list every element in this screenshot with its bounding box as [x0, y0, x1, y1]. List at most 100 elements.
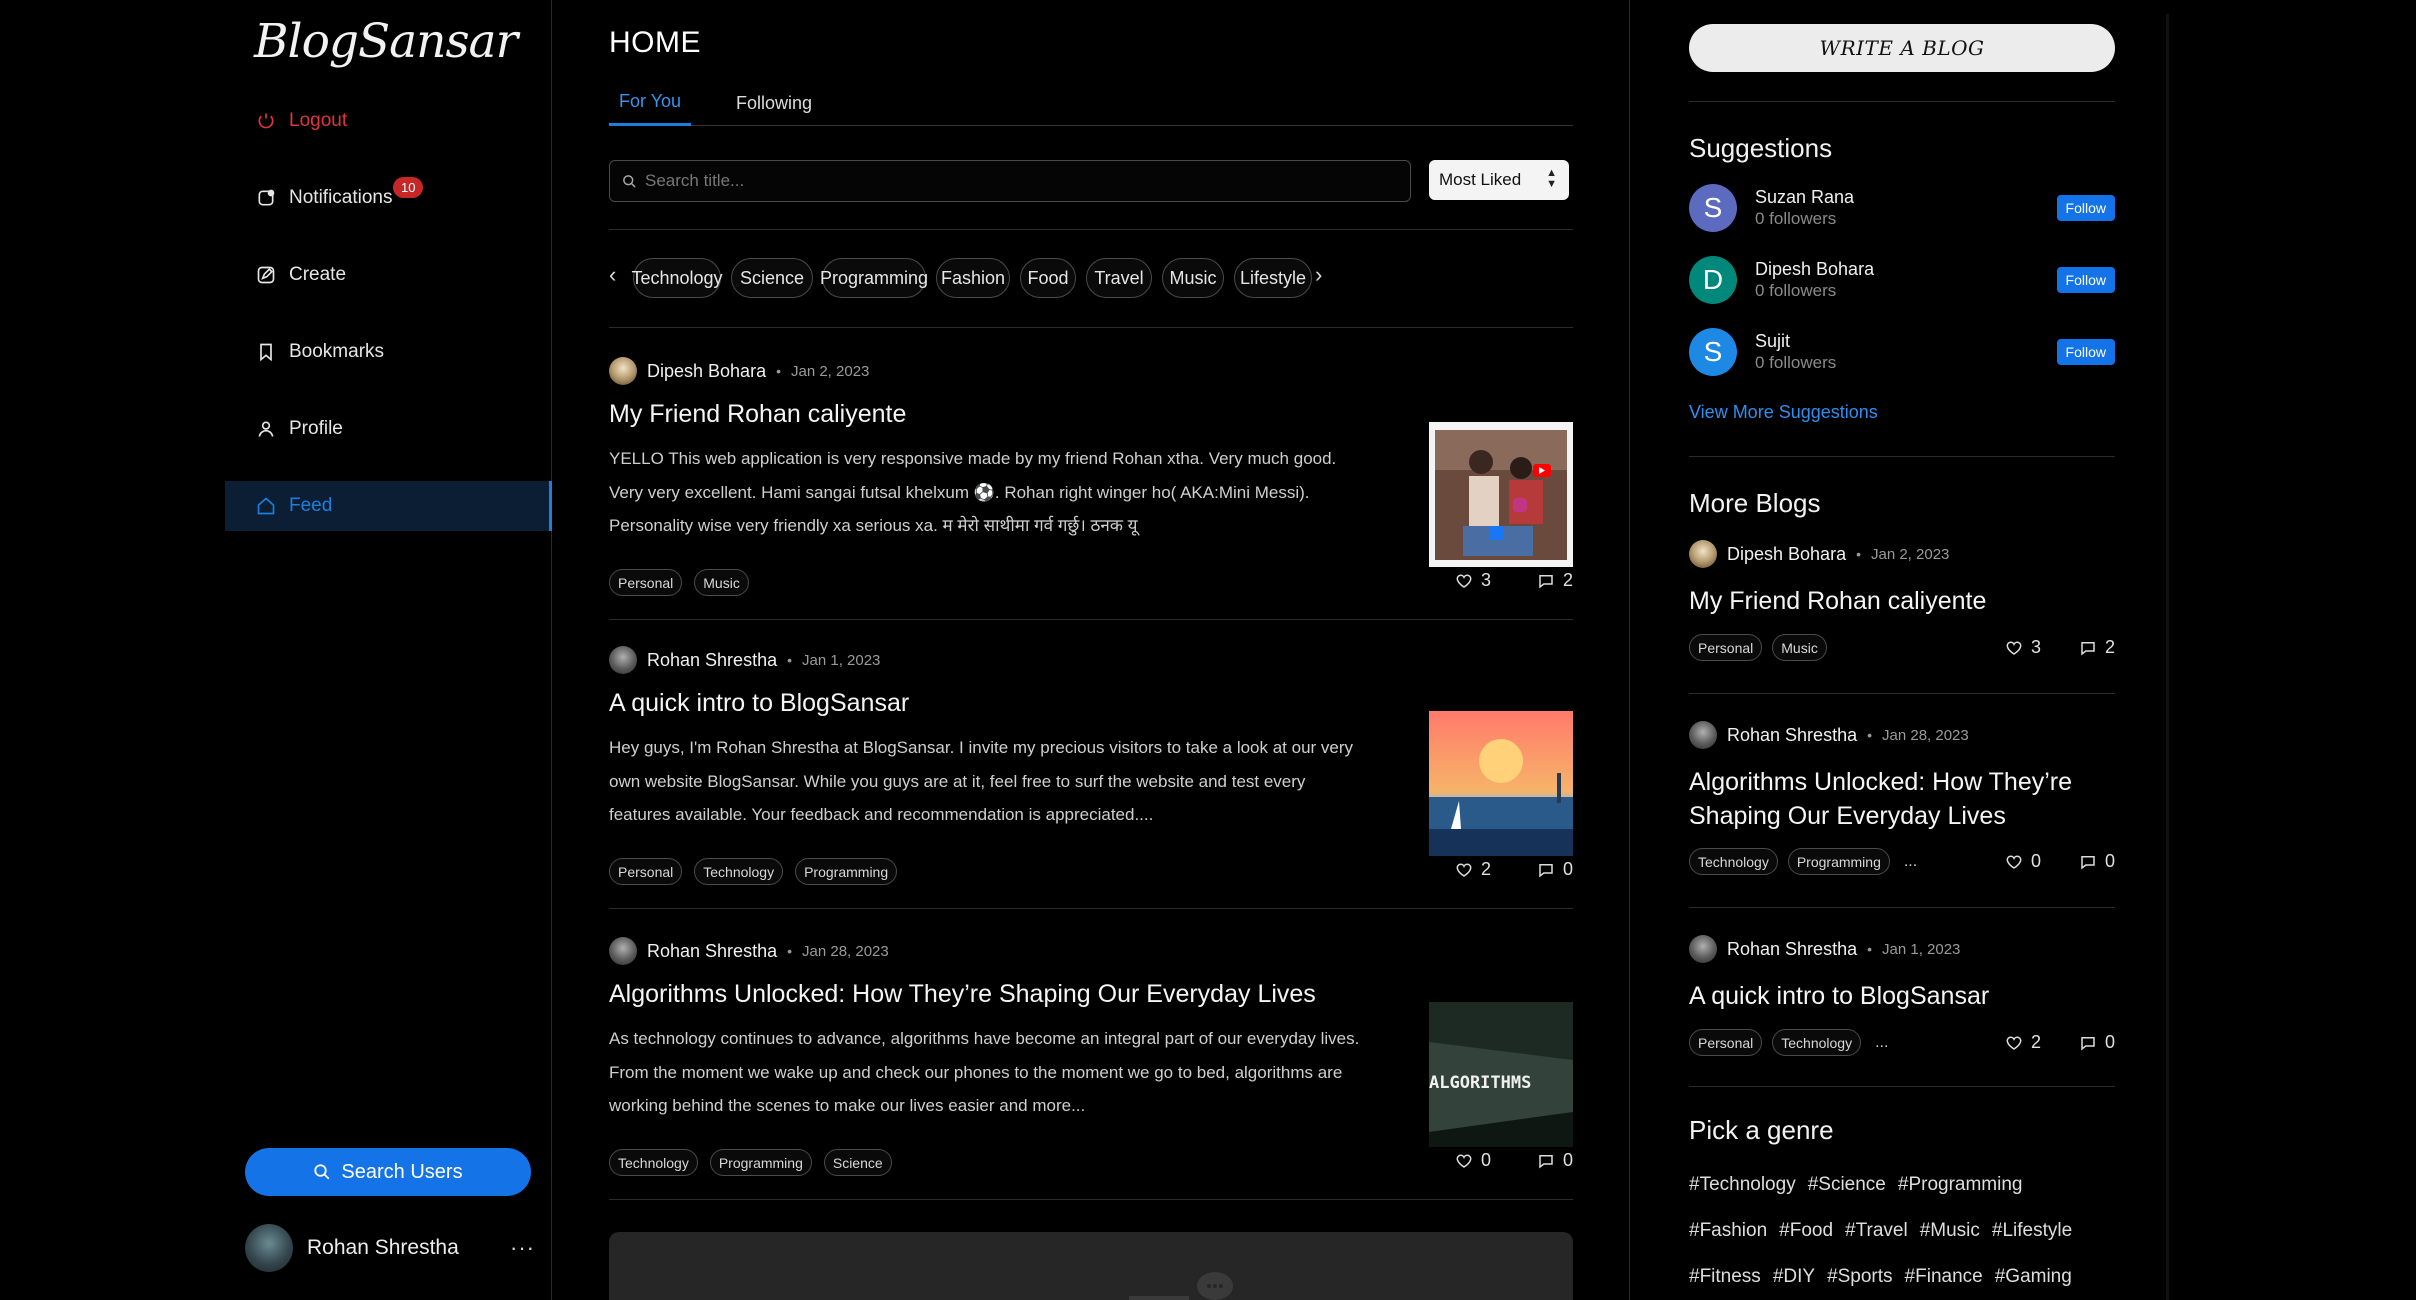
nav-notifications[interactable]: Notifications 10 [225, 173, 552, 223]
genre-link[interactable]: #Travel [1845, 1220, 1908, 1242]
chip-music[interactable]: Music [1162, 258, 1224, 298]
post-title[interactable]: My Friend Rohan caliyente [609, 400, 906, 429]
tag-badge[interactable]: Programming [1787, 848, 1890, 875]
post-tags: Technology Programming Science [609, 1149, 892, 1176]
more-blog-item[interactable]: Rohan Shrestha • Jan 1, 2023 A quick int… [1689, 935, 2115, 1085]
tag-badge[interactable]: Technology [1689, 848, 1778, 875]
post-author[interactable]: Dipesh Bohara [1727, 544, 1846, 565]
tag-badge[interactable]: Programming [709, 1149, 812, 1176]
tag-badge[interactable]: Technology [609, 1149, 698, 1176]
nav-create[interactable]: Create [225, 250, 552, 300]
nav-profile[interactable]: Profile [225, 404, 552, 454]
nav-logout[interactable]: Logout [225, 96, 552, 146]
comment-icon[interactable] [1537, 861, 1555, 879]
post-title[interactable]: A quick intro to BlogSansar [609, 689, 909, 718]
scrollbar[interactable] [2166, 14, 2169, 1300]
genre-link[interactable]: #Technology [1689, 1174, 1796, 1196]
follow-button[interactable]: Follow [2056, 267, 2115, 293]
suggestion-name[interactable]: Dipesh Bohara [1755, 258, 1874, 280]
post-author[interactable]: Dipesh Bohara [647, 361, 766, 382]
post-card[interactable]: Rohan Shrestha • Jan 28, 2023 Algorithms… [609, 910, 1573, 1200]
suggestion-item[interactable]: S Sujit 0 followers Follow [1689, 326, 2115, 378]
tag-badge[interactable]: Music [694, 569, 749, 596]
view-more-suggestions-link[interactable]: View More Suggestions [1689, 402, 1878, 423]
post-title[interactable]: Algorithms Unlocked: How They’re Shaping… [1689, 765, 2115, 833]
genre-link[interactable]: #Fashion [1689, 1220, 1767, 1242]
genre-link[interactable]: #Food [1779, 1220, 1833, 1242]
search-input[interactable] [645, 171, 1405, 191]
heart-icon[interactable] [2005, 1034, 2023, 1052]
tag-badge[interactable]: Personal [1689, 634, 1763, 661]
post-author[interactable]: Rohan Shrestha [1727, 939, 1857, 960]
tag-badge[interactable]: Music [1772, 634, 1827, 661]
genre-link[interactable]: #Fitness [1689, 1266, 1761, 1288]
post-thumbnail[interactable] [1429, 711, 1573, 856]
chip-programming[interactable]: Programming [820, 258, 928, 298]
genre-link[interactable]: #Gaming [1995, 1266, 2072, 1288]
sort-select[interactable]: Most Liked ▲ ▼ [1429, 160, 1569, 200]
chip-travel[interactable]: Travel [1086, 258, 1152, 298]
tab-for-you[interactable]: For You [609, 80, 692, 126]
more-options-icon[interactable]: ··· [510, 1235, 535, 1261]
suggestions-title: Suggestions [1689, 133, 1833, 163]
post-title[interactable]: A quick intro to BlogSansar [1689, 979, 2115, 1013]
post-title[interactable]: Algorithms Unlocked: How They’re Shaping… [609, 980, 1316, 1009]
tag-badge[interactable]: Personal [1689, 1029, 1763, 1056]
nav-bookmarks[interactable]: Bookmarks [225, 327, 552, 377]
chip-technology[interactable]: Technology [631, 258, 723, 298]
comment-icon[interactable] [2079, 1034, 2097, 1052]
suggestion-item[interactable]: D Dipesh Bohara 0 followers Follow [1689, 254, 2115, 306]
chevron-right-icon[interactable]: › [1315, 262, 1322, 288]
genre-link[interactable]: #Finance [1905, 1266, 1983, 1288]
post-author[interactable]: Rohan Shrestha [647, 941, 777, 962]
genre-link[interactable]: #Science [1808, 1174, 1886, 1196]
genre-link[interactable]: #Sports [1827, 1266, 1892, 1288]
nav-feed[interactable]: Feed [225, 481, 552, 531]
comment-count: 0 [2104, 1032, 2115, 1052]
tag-badge[interactable]: Personal [609, 858, 683, 885]
comment-icon[interactable] [1537, 572, 1555, 590]
post-thumbnail[interactable]: ALGORITHMS [1429, 1002, 1573, 1147]
suggestion-name[interactable]: Sujit [1755, 330, 1836, 352]
current-user[interactable]: Rohan Shrestha ··· [245, 1222, 535, 1274]
suggestion-item[interactable]: S Suzan Rana 0 followers Follow [1689, 182, 2115, 234]
comment-icon[interactable] [1537, 1152, 1555, 1170]
heart-icon[interactable] [1455, 1152, 1473, 1170]
post-card[interactable]: Dipesh Bohara • Jan 2, 2023 My Friend Ro… [609, 330, 1573, 620]
heart-icon[interactable] [2005, 853, 2023, 871]
post-author[interactable]: Rohan Shrestha [647, 650, 777, 671]
chip-science[interactable]: Science [731, 258, 813, 298]
follow-button[interactable]: Follow [2056, 339, 2115, 365]
post-author[interactable]: Rohan Shrestha [1727, 725, 1857, 746]
post-thumbnail[interactable] [1429, 422, 1573, 567]
app-logo[interactable]: BlogSansar [254, 14, 518, 69]
genre-link[interactable]: #Lifestyle [1992, 1220, 2072, 1242]
tag-badge[interactable]: Technology [694, 858, 784, 885]
tag-badge[interactable]: Programming [795, 858, 898, 885]
post-date: Jan 28, 2023 [1882, 726, 1969, 744]
post-stats: 3 2 [1455, 570, 1573, 591]
chip-food[interactable]: Food [1020, 258, 1076, 298]
comment-icon[interactable] [2079, 639, 2097, 657]
search-users-button[interactable]: Search Users [245, 1148, 531, 1196]
follow-button[interactable]: Follow [2056, 195, 2115, 221]
genre-link[interactable]: #Music [1920, 1220, 1980, 1242]
heart-icon[interactable] [1455, 572, 1473, 590]
tag-badge[interactable]: Technology [1772, 1029, 1862, 1056]
chip-lifestyle[interactable]: Lifestyle [1234, 258, 1312, 298]
post-card[interactable]: Rohan Shrestha • Jan 1, 2023 A quick int… [609, 619, 1573, 909]
post-title[interactable]: My Friend Rohan caliyente [1689, 584, 2115, 618]
tab-following[interactable]: Following [726, 80, 822, 126]
tag-badge[interactable]: Personal [609, 569, 683, 596]
genre-link[interactable]: #Programming [1898, 1174, 2023, 1196]
heart-icon[interactable] [2005, 639, 2023, 657]
heart-icon[interactable] [1455, 861, 1473, 879]
more-blog-item[interactable]: Rohan Shrestha • Jan 28, 2023 Algorithms… [1689, 721, 2115, 901]
comment-icon[interactable] [2079, 853, 2097, 871]
chip-fashion[interactable]: Fashion [936, 258, 1010, 298]
chevron-left-icon[interactable]: ‹ [609, 262, 616, 288]
suggestion-name[interactable]: Suzan Rana [1755, 186, 1854, 208]
genre-link[interactable]: #DIY [1773, 1266, 1815, 1288]
tag-badge[interactable]: Science [823, 1149, 892, 1176]
write-blog-button[interactable]: WRITE A BLOG [1689, 24, 2115, 72]
